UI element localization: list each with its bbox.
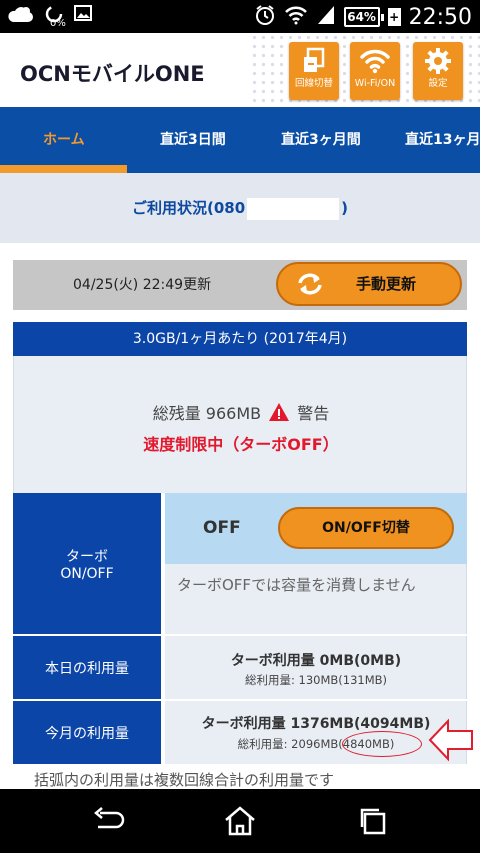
settings-label: 設定 bbox=[428, 78, 448, 89]
wifi-on-label: Wi-Fi/ON bbox=[354, 78, 396, 89]
refresh-icon bbox=[296, 272, 324, 296]
red-arrow-annotation bbox=[428, 718, 474, 766]
recents-icon[interactable] bbox=[355, 805, 391, 837]
cloud-icon bbox=[6, 4, 34, 30]
plan-bar: 3.0GB/1ヶ月あたり (2017年4月) bbox=[13, 322, 467, 356]
active-tab-indicator bbox=[0, 165, 127, 173]
last-updated-text: 04/25(火) 22:49更新 bbox=[73, 277, 212, 293]
status-bar: 0% 64% + 22:50 bbox=[0, 0, 480, 33]
month-turbo-usage: ターボ利用量 1376MB(4094MB) bbox=[201, 716, 431, 732]
speed-limit-text: 速度制限中（ターボOFF） bbox=[143, 435, 339, 454]
manual-refresh-button[interactable]: 手動更新 bbox=[276, 262, 462, 306]
image-icon bbox=[74, 4, 92, 26]
tab-last-3-days[interactable]: 直近3日間 bbox=[160, 107, 226, 173]
today-total-usage: 総利用量: 130MB(131MB) bbox=[244, 673, 388, 687]
manual-refresh-label: 手動更新 bbox=[356, 275, 417, 293]
back-icon[interactable] bbox=[90, 805, 126, 837]
charging-indicator: + bbox=[387, 8, 401, 26]
month-label-cell: 今月の利用量 bbox=[13, 701, 163, 764]
alarm-icon bbox=[254, 4, 276, 30]
footer-note: 括弧内の利用量は複数回線合計の利用量です bbox=[34, 771, 335, 789]
signal-icon bbox=[316, 4, 336, 30]
navigation-bar bbox=[0, 789, 480, 853]
warning-text: 警告 bbox=[297, 404, 330, 423]
settings-button[interactable]: 設定 bbox=[413, 42, 463, 100]
remaining-text: 総残量 966MB bbox=[152, 404, 262, 423]
tab-last-3-months[interactable]: 直近3ヶ月間 bbox=[281, 107, 361, 173]
turbo-status-bar: OFF ON/OFF切替 bbox=[165, 493, 467, 564]
turbo-row: ターボ ON/OFF OFF ON/OFF切替 ターボOFFでは容量を消費しませ… bbox=[13, 493, 467, 634]
line-switch-button[interactable]: 回線切替 bbox=[289, 42, 339, 100]
turbo-status: OFF bbox=[203, 518, 241, 538]
month-row: 今月の利用量 ターボ利用量 1376MB(4094MB) 総利用量: 2096M… bbox=[13, 701, 467, 764]
turbo-label-line1: ターボ bbox=[66, 548, 108, 565]
home-icon[interactable] bbox=[222, 805, 258, 837]
masked-phone-number bbox=[247, 197, 340, 220]
remaining-box: 総残量 966MB 警告 速度制限中（ターボOFF） bbox=[13, 356, 467, 493]
warning-icon bbox=[268, 402, 290, 422]
turbo-label-line2: ON/OFF bbox=[60, 565, 114, 582]
turbo-toggle-button[interactable]: ON/OFF切替 bbox=[278, 507, 454, 549]
main-content[interactable]: ご利用状況(080) 04/25(火) 22:49更新 手動更新 3.0GB/1… bbox=[0, 173, 480, 789]
highlight-oval bbox=[342, 731, 422, 757]
divider bbox=[0, 243, 480, 253]
tab-last-13-months[interactable]: 直近13ヶ月間 bbox=[405, 107, 480, 173]
app-logo: OCNモバイルONE bbox=[20, 62, 205, 86]
month-value-cell: ターボ利用量 1376MB(4094MB) 総利用量: 2096MB(4840M… bbox=[165, 701, 467, 764]
turbo-note: ターボOFFでは容量を消費しません bbox=[177, 576, 416, 594]
today-value-cell: ターボ利用量 0MB(0MB) 総利用量: 130MB(131MB) bbox=[165, 636, 467, 699]
app-header: OCNモバイルONE 回線切替 Wi-Fi/ON 設定 bbox=[0, 33, 480, 107]
usage-title-prefix: ご利用状況(080 bbox=[131, 199, 246, 217]
turbo-value-cell: OFF ON/OFF切替 ターボOFFでは容量を消費しません bbox=[165, 493, 467, 634]
wifi-on-button[interactable]: Wi-Fi/ON bbox=[350, 42, 400, 100]
tab-home[interactable]: ホーム bbox=[43, 107, 85, 173]
turbo-label-cell: ターボ ON/OFF bbox=[13, 493, 163, 634]
usage-title-suffix: ) bbox=[341, 199, 349, 217]
wifi-status-icon bbox=[284, 5, 308, 29]
tab-bar: ホーム 直近3日間 直近3ヶ月間 直近13ヶ月間 bbox=[0, 107, 480, 173]
gear-icon bbox=[413, 42, 463, 78]
wifi-icon bbox=[350, 42, 400, 78]
update-bar: 04/25(火) 22:49更新 手動更新 bbox=[13, 260, 467, 310]
line-switch-label: 回線切替 bbox=[294, 78, 333, 89]
remaining-amount: 総残量 966MB 警告 bbox=[14, 400, 468, 424]
today-row: 本日の利用量 ターボ利用量 0MB(0MB) 総利用量: 130MB(131MB… bbox=[13, 636, 467, 699]
month-total-prefix: 総利用量: 2096MB bbox=[237, 737, 339, 751]
line-switch-icon bbox=[289, 42, 339, 78]
today-turbo-usage: ターボ利用量 0MB(0MB) bbox=[230, 653, 402, 669]
usage-status-title: ご利用状況(080) bbox=[0, 173, 480, 243]
today-label-cell: 本日の利用量 bbox=[13, 636, 163, 699]
clock: 22:50 bbox=[408, 4, 472, 30]
battery-icon: 64% bbox=[343, 7, 384, 27]
usage-panel: 04/25(火) 22:49更新 手動更新 3.0GB/1ヶ月あたり (2017… bbox=[0, 253, 480, 789]
data-saver-percent: 0% bbox=[50, 18, 66, 29]
